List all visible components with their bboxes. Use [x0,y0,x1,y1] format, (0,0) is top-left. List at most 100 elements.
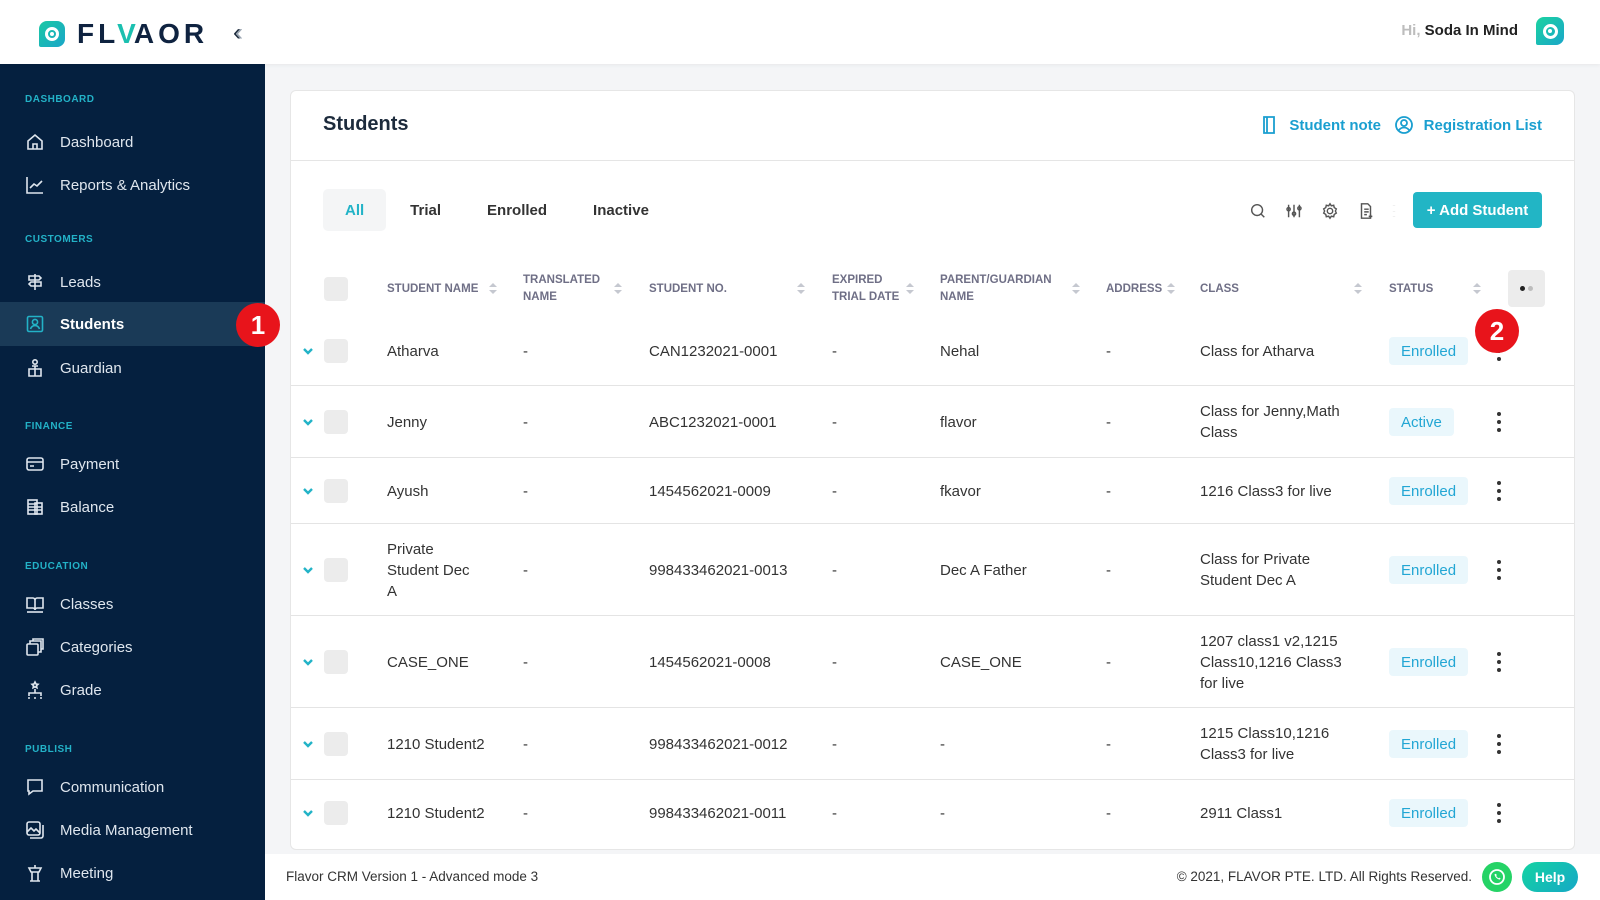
sidebar-item-balance[interactable]: Balance [0,485,265,529]
column-translated-name[interactable]: TRANSLATED NAME [523,261,613,317]
whatsapp-icon[interactable] [1482,862,1512,892]
sidebar-item-categories[interactable]: Categories [0,625,265,669]
row-actions-menu-icon[interactable] [1494,412,1504,432]
add-student-button[interactable]: + Add Student [1413,192,1542,228]
class-cell: Class for Atharva [1200,342,1315,360]
column-address[interactable]: ADDRESS [1106,261,1162,317]
search-icon[interactable] [1240,199,1276,223]
column-status[interactable]: STATUS [1389,261,1433,317]
table-row[interactable]: CASE_ONE - 1454562021-0008 - CASE_ONE - … [291,615,1574,707]
expand-row-chevron-icon[interactable] [301,737,315,751]
table-row[interactable]: Ayush - 1454562021-0009 - fkavor - 1216 … [291,457,1574,523]
guardian-icon [25,358,45,378]
filter-sliders-icon[interactable] [1276,199,1312,223]
sort-icon[interactable] [1072,282,1080,296]
user-greeting: Hi, Soda In Mind [1401,22,1518,39]
sort-icon[interactable] [1473,282,1481,296]
sort-icon[interactable] [906,282,914,296]
expand-row-chevron-icon[interactable] [301,415,315,429]
tab-enrolled[interactable]: Enrolled [465,189,569,231]
row-actions-menu-icon[interactable] [1494,734,1504,754]
table-row[interactable]: Atharva - CAN1232021-0001 - Nehal - Clas… [291,317,1574,385]
student-name-cell[interactable]: 1210 Student2 [387,780,497,846]
sidebar-item-label: Guardian [60,359,122,377]
sidebar-item-media-management[interactable]: Media Management [0,808,265,852]
book-icon [25,594,45,614]
gear-icon[interactable] [1312,199,1348,223]
sidebar-item-communication[interactable]: Communication [0,765,265,809]
user-avatar[interactable] [1536,17,1564,45]
address-cell: - [1106,482,1111,500]
row-checkbox[interactable] [324,558,348,582]
tab-trial[interactable]: Trial [388,189,463,231]
column-class[interactable]: CLASS [1200,261,1239,317]
student-name-cell[interactable]: Jenny [387,386,497,458]
row-checkbox[interactable] [324,339,348,363]
help-button[interactable]: Help [1522,862,1578,892]
expand-row-chevron-icon[interactable] [301,655,315,669]
sidebar-item-leads[interactable]: Leads [0,260,265,304]
column-visibility-toggle[interactable] [1508,270,1545,307]
sidebar-item-reports-analytics[interactable]: Reports & Analytics [0,163,265,207]
export-file-icon[interactable] [1348,199,1384,223]
chat-icon [25,777,45,797]
row-checkbox[interactable] [324,479,348,503]
table-row[interactable]: Jenny - ABC1232021-0001 - flavor - Class… [291,385,1574,457]
sidebar-item-classes[interactable]: Classes [0,582,265,626]
media-icon [25,820,45,840]
column-student-no[interactable]: STUDENT NO. [649,261,727,317]
table-row[interactable]: Private Student Dec A - 998433462021-0013 … [291,523,1574,615]
sidebar-section-customers: CUSTOMERS [25,234,94,245]
collapse-sidebar-icon[interactable]: ‹‹ [233,19,243,47]
column-expired-trial-date[interactable]: EXPIRED TRIAL DATE [832,261,899,317]
student-note-label: Student note [1289,116,1381,134]
expand-row-chevron-icon[interactable] [301,344,315,358]
signpost-icon [25,272,45,292]
translated-name-cell: - [523,413,528,431]
sort-icon[interactable] [1354,282,1362,296]
sidebar-item-students[interactable]: Students [0,302,265,346]
row-checkbox[interactable] [324,801,348,825]
select-all-checkbox[interactable] [324,277,348,301]
row-checkbox[interactable] [324,650,348,674]
table-row[interactable]: 1210 Student2 - 998433462021-0012 - - - … [291,707,1574,779]
registration-list-link[interactable]: Registration List [1394,115,1542,135]
sort-icon[interactable] [614,282,622,296]
row-actions-menu-icon[interactable] [1494,652,1504,672]
row-checkbox[interactable] [324,732,348,756]
expand-row-chevron-icon[interactable] [301,563,315,577]
column-student-name[interactable]: STUDENT NAME [387,261,478,317]
sort-icon[interactable] [1167,282,1175,296]
translated-name-cell: - [523,561,528,579]
student-note-link[interactable]: Student note [1259,115,1381,135]
row-checkbox[interactable] [324,410,348,434]
expand-row-chevron-icon[interactable] [301,484,315,498]
table-header: STUDENT NAME TRANSLATED NAME STUDENT NO. … [291,261,1574,317]
student-name-cell[interactable]: CASE_ONE [387,616,497,708]
student-no-cell: CAN1232021-0001 [649,342,778,360]
tab-inactive[interactable]: Inactive [571,189,671,231]
sidebar-item-label: Balance [60,498,115,516]
sidebar-item-meeting[interactable]: Meeting [0,851,265,895]
class-cell: 1207 class1 v2,1215 Class10,1216 Class3 fo… [1200,632,1342,692]
student-name-cell[interactable]: Private Student Dec A [387,524,497,616]
tab-all[interactable]: All [323,189,387,231]
student-name-cell[interactable]: Atharva [387,317,497,385]
row-actions-menu-icon[interactable] [1494,481,1504,501]
column-parent-guardian-name[interactable]: PARENT/GUARDIAN NAME [940,261,1052,317]
sidebar-item-grade[interactable]: Grade [0,668,265,712]
row-actions-menu-icon[interactable] [1494,560,1504,580]
more-vertical-icon[interactable] [1384,199,1404,223]
table-row[interactable]: 1210 Student2 - 998433462021-0011 - - - … [291,779,1574,845]
row-actions-menu-icon[interactable] [1494,803,1504,823]
student-name-cell[interactable]: Ayush [387,458,497,524]
expand-row-chevron-icon[interactable] [301,806,315,820]
sidebar-item-payment[interactable]: Payment [0,442,265,486]
sidebar-item-guardian[interactable]: Guardian [0,346,265,390]
sort-icon[interactable] [489,282,497,296]
sidebar-section-dashboard: DASHBOARD [25,94,95,105]
student-name-cell[interactable]: 1210 Student2 [387,708,497,780]
flavor-logo[interactable]: FLVAOR [39,18,208,50]
sort-icon[interactable] [797,282,805,296]
sidebar-item-dashboard[interactable]: Dashboard [0,120,265,164]
